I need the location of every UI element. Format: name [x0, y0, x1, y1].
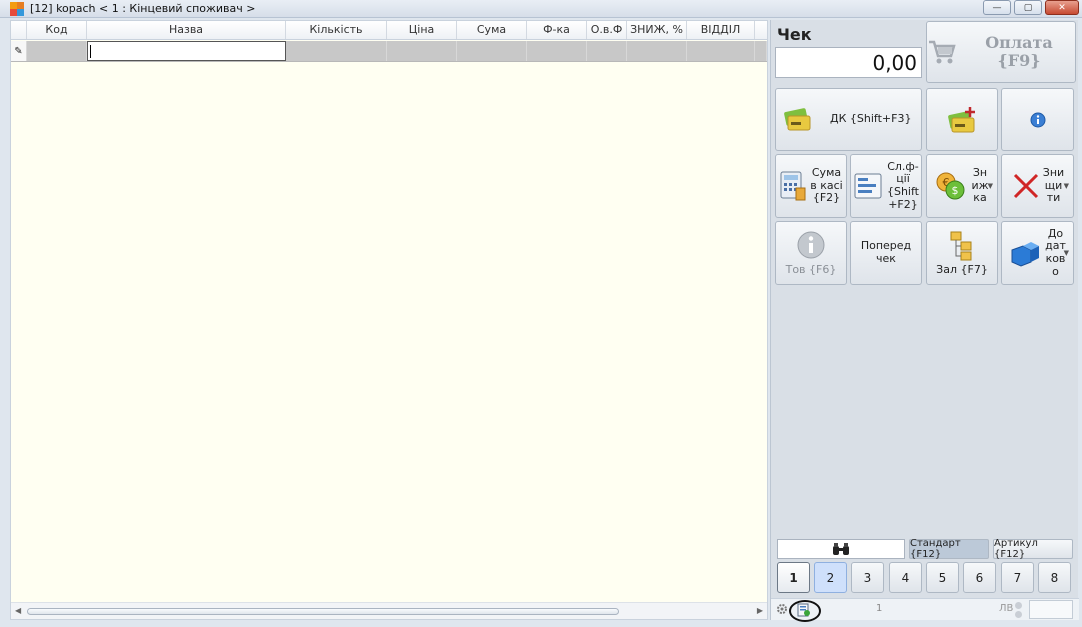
add-card-button[interactable] — [926, 88, 998, 151]
page-button-2[interactable]: 2 — [814, 562, 847, 593]
highlight-circle — [789, 600, 821, 622]
hall-label: Зал {F7} — [936, 262, 988, 276]
pay-button[interactable]: Оплата {F9} — [926, 21, 1076, 83]
goods-label: Тов {F6} — [785, 262, 837, 276]
cell-discount[interactable] — [627, 41, 687, 61]
coins-icon: € $ — [936, 172, 965, 200]
page-button-8[interactable]: 8 — [1038, 562, 1071, 593]
cell-sum[interactable] — [457, 41, 527, 61]
column-fka[interactable]: Ф-ка — [527, 21, 587, 39]
page-button-3[interactable]: 3 — [851, 562, 884, 593]
status-bar: 1 ЛВ — [771, 598, 1079, 622]
cell-name-input[interactable] — [87, 41, 286, 61]
cell-price[interactable] — [387, 41, 457, 61]
status-number: 1 — [876, 603, 883, 614]
additional-button[interactable]: До дат ков о ▼ — [1001, 221, 1074, 285]
scroll-left-icon[interactable]: ◀ — [15, 606, 21, 615]
column-code[interactable]: Код — [27, 21, 87, 39]
app-icon — [10, 2, 24, 16]
card-icon — [784, 107, 811, 130]
service-functions-button[interactable]: Сл.ф- ції {Shift +F2} — [850, 154, 922, 218]
grid-header-indicator — [11, 21, 27, 39]
maximize-icon[interactable]: ▢ — [1014, 0, 1042, 15]
column-ovf[interactable]: О.в.Ф — [587, 21, 627, 39]
check-total: 0,00 — [775, 47, 922, 78]
goods-button[interactable]: Тов {F6} — [775, 221, 847, 285]
mode-article-button[interactable]: Артикул {F12} — [993, 538, 1073, 560]
page-button-1[interactable]: 1 — [777, 562, 810, 593]
cell-code[interactable] — [27, 41, 87, 61]
row-edit-icon: ✎ — [11, 41, 27, 61]
delete-label: Зни щи ти — [1042, 166, 1065, 205]
puzzle-icon — [1011, 242, 1040, 267]
column-filler — [755, 21, 767, 39]
column-department[interactable]: ВІДДІЛ — [687, 21, 755, 39]
discount-label: Зн иж ка — [971, 166, 989, 205]
horizontal-scrollbar[interactable]: ◀ ▶ — [11, 602, 767, 619]
scroll-thumb[interactable] — [27, 608, 619, 615]
minimize-icon[interactable]: — — [983, 0, 1011, 15]
title-bar: [12] kopach < 1 : Кінцевий споживач > — … — [0, 0, 1082, 18]
cash-sum-button[interactable]: Сума в касі {F2} — [775, 154, 847, 218]
service-functions-label: Сл.ф- ції {Shift +F2} — [886, 159, 919, 211]
pay-label: Оплата {F9} — [985, 32, 1053, 70]
page-button-5[interactable]: 5 — [926, 562, 959, 593]
column-name[interactable]: Назва — [87, 21, 286, 39]
search-field[interactable] — [777, 539, 905, 559]
list-icon — [854, 173, 882, 199]
receipt-grid[interactable]: Код Назва Кількість Ціна Сума Ф-ка О.в.Ф… — [10, 20, 768, 620]
window-title: [12] kopach < 1 : Кінцевий споживач > — [30, 2, 256, 15]
control-panel: Чек 0,00 Оплата {F9} ДК {Shift+F3} Сума … — [770, 20, 1079, 622]
grid-header: Код Назва Кількість Ціна Сума Ф-ка О.в.Ф… — [11, 21, 767, 40]
delete-button[interactable]: Зни щи ти ▼ — [1001, 154, 1074, 218]
column-discount[interactable]: ЗНИЖ, % — [627, 21, 687, 39]
discount-card-label: ДК {Shift+F3} — [830, 112, 912, 126]
chevron-down-icon: ▼ — [1063, 181, 1069, 190]
discount-button[interactable]: € $ Зн иж ка ▼ — [926, 154, 998, 218]
page-button-7[interactable]: 7 — [1001, 562, 1034, 593]
cart-icon — [929, 40, 956, 64]
cell-department[interactable] — [687, 41, 755, 61]
column-quantity[interactable]: Кількість — [286, 21, 387, 39]
info-button[interactable] — [1001, 88, 1074, 151]
cell-ovf[interactable] — [587, 41, 627, 61]
table-row[interactable]: ✎ — [11, 41, 767, 62]
column-sum[interactable]: Сума — [457, 21, 527, 39]
status-field — [1029, 600, 1073, 619]
check-label: Чек — [777, 25, 812, 44]
binoculars-icon — [833, 542, 849, 555]
add-card-icon — [948, 106, 975, 132]
status-lv: ЛВ — [999, 603, 1014, 614]
cell-quantity[interactable] — [286, 41, 387, 61]
scroll-right-icon[interactable]: ▶ — [757, 606, 763, 615]
delete-x-icon — [1013, 173, 1038, 199]
preliminary-check-button[interactable]: Поперед чек — [850, 221, 922, 285]
info-icon — [797, 231, 825, 259]
chevron-down-icon: ▼ — [987, 181, 993, 190]
calculator-icon — [780, 171, 806, 201]
hall-button[interactable]: Зал {F7} — [926, 221, 998, 285]
mode-standard-button[interactable]: Стандарт {F12} — [909, 538, 989, 560]
chevron-down-icon: ▼ — [1063, 248, 1069, 257]
cell-fka[interactable] — [527, 41, 587, 61]
column-price[interactable]: Ціна — [387, 21, 457, 39]
status-indicator-icon — [1015, 602, 1023, 618]
page-button-4[interactable]: 4 — [889, 562, 922, 593]
page-button-6[interactable]: 6 — [963, 562, 996, 593]
cell-filler — [755, 41, 767, 61]
close-icon[interactable]: ✕ — [1045, 0, 1079, 15]
preliminary-check-label: Поперед чек — [860, 239, 912, 265]
discount-card-button[interactable]: ДК {Shift+F3} — [775, 88, 922, 151]
svg-text:$: $ — [952, 184, 959, 197]
gear-icon[interactable] — [776, 603, 788, 615]
info-icon — [1030, 112, 1045, 127]
hierarchy-icon — [950, 231, 972, 261]
cash-sum-label: Сума в касі {F2} — [810, 166, 843, 205]
